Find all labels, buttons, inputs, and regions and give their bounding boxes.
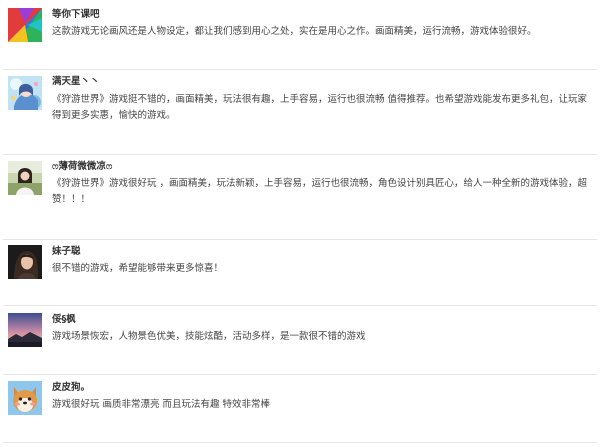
comment-text: 游戏场景恢宏，人物景色优美，技能炫酷，活动多样，是一款很不错的游戏 (52, 331, 366, 342)
comment-username: ෆ薄荷微微凉ෆ (52, 161, 113, 172)
comment-text: 《狩游世界》游戏很好玩 ，画面精美，玩法新颖，上手容易，运行也很流畅，角色设计别… (52, 178, 588, 205)
avatar[interactable] (8, 381, 42, 415)
colorful-gradient-avatar-image (8, 8, 42, 42)
anime-girl-avatar-image (8, 76, 42, 110)
comment-divider (3, 305, 597, 306)
shiba-dog-avatar-image (8, 381, 42, 415)
comment-divider (3, 374, 597, 375)
comment-username: 满天星丶丶 (52, 76, 100, 87)
comment-divider (3, 239, 597, 240)
avatar[interactable] (8, 245, 42, 279)
girl-portrait-avatar-image (8, 245, 42, 279)
avatar[interactable] (8, 313, 42, 347)
comment-text: 很不错的游戏，希望能够带来更多惊喜！ (52, 263, 224, 274)
comment-list: 等你下课吧 这款游戏无论画风还是人物设定，都让我们感到用心之处，实在是用心之作。… (0, 0, 600, 447)
sunset-landscape-avatar-image (8, 313, 42, 347)
avatar[interactable] (8, 161, 42, 195)
comment-text: 这款游戏无论画风还是人物设定，都让我们感到用心之处，实在是用心之作。画面精美，运… (52, 26, 537, 37)
comment-text: 《狩游世界》游戏挺不错的，画面精美，玩法很有趣，上手容易，运行也很流畅 值得推荐… (52, 94, 588, 121)
comment-username: 等你下课吧 (52, 9, 100, 20)
avatar[interactable] (8, 8, 42, 42)
comment-text: 游戏很好玩 画质非常漂亮 而且玩法有趣 特效非常棒 (52, 399, 271, 410)
comment-divider (3, 442, 597, 443)
girl-outdoor-avatar-image (8, 161, 42, 195)
comment-divider (3, 154, 597, 155)
comment-username: 妹子聪 (52, 246, 81, 257)
comment-divider (3, 69, 597, 70)
comment-username: 俀§枫 (52, 314, 76, 325)
avatar[interactable] (8, 76, 42, 110)
comment-username: 皮皮狗。 (52, 382, 91, 393)
